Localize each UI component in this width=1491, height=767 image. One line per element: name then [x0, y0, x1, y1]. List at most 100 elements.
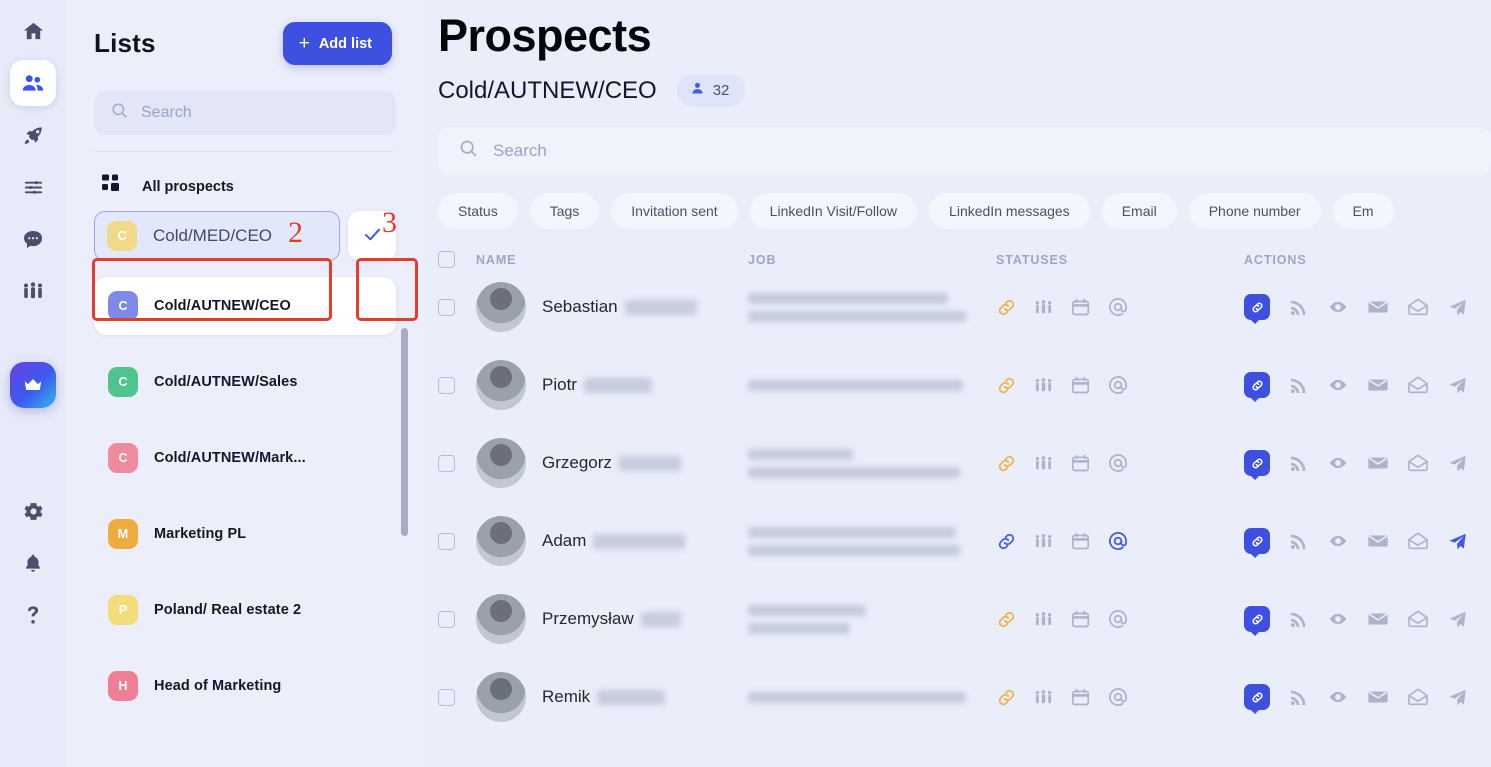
row-checkbox[interactable]: [438, 532, 455, 550]
sidebar-list-item[interactable]: C Cold/AUTNEW/Mark...: [94, 429, 396, 487]
envelope-open-icon[interactable]: [1407, 296, 1429, 318]
envelope-closed-icon[interactable]: [1367, 686, 1389, 708]
rss-icon[interactable]: [1288, 297, 1309, 318]
at-icon[interactable]: [1107, 530, 1129, 552]
eye-icon[interactable]: [1327, 686, 1349, 708]
paper-plane-icon[interactable]: [1447, 609, 1468, 630]
sidebar-list-item[interactable]: C Cold/AUTNEW/Sales: [94, 353, 396, 411]
prospects-search-input[interactable]: Search: [438, 127, 1491, 175]
filter-chip[interactable]: Phone number: [1188, 193, 1321, 229]
lists-scrollbar[interactable]: [401, 328, 408, 536]
calendar-icon[interactable]: [1070, 375, 1091, 396]
group-icon[interactable]: [1033, 375, 1054, 396]
link-bubble-icon[interactable]: [1244, 450, 1270, 480]
eye-icon[interactable]: [1327, 374, 1349, 396]
eye-icon[interactable]: [1327, 452, 1349, 474]
add-list-button[interactable]: + Add list: [282, 22, 392, 65]
envelope-closed-icon[interactable]: [1367, 530, 1389, 552]
table-row[interactable]: Przemysław: [438, 580, 1491, 658]
link-bubble-icon[interactable]: [1244, 294, 1270, 324]
envelope-open-icon[interactable]: [1407, 452, 1429, 474]
filter-chip[interactable]: Tags: [529, 193, 600, 229]
table-row[interactable]: Adam: [438, 502, 1491, 580]
table-row[interactable]: Piotr: [438, 346, 1491, 424]
group-icon[interactable]: [1033, 687, 1054, 708]
filter-chip[interactable]: Status: [438, 193, 518, 229]
calendar-icon[interactable]: [1070, 453, 1091, 474]
rail-item-settings[interactable]: [10, 488, 56, 534]
row-checkbox[interactable]: [438, 376, 455, 394]
at-icon[interactable]: [1107, 608, 1129, 630]
eye-icon[interactable]: [1327, 608, 1349, 630]
eye-icon[interactable]: [1327, 296, 1349, 318]
filter-chip[interactable]: Invitation sent: [611, 193, 738, 229]
rail-item-campaigns[interactable]: [10, 112, 56, 158]
rail-item-filters[interactable]: [10, 164, 56, 210]
group-icon[interactable]: [1033, 531, 1054, 552]
calendar-icon[interactable]: [1070, 609, 1091, 630]
list-name-input[interactable]: [153, 226, 327, 246]
table-row[interactable]: Grzegorz: [438, 424, 1491, 502]
paper-plane-icon[interactable]: [1447, 687, 1468, 708]
filter-chip[interactable]: Em: [1332, 193, 1394, 229]
envelope-open-icon[interactable]: [1407, 374, 1429, 396]
at-icon[interactable]: [1107, 686, 1129, 708]
lists-search-input[interactable]: Search: [94, 91, 396, 135]
table-row[interactable]: Remik: [438, 658, 1491, 736]
rss-icon[interactable]: [1288, 375, 1309, 396]
link-bubble-icon[interactable]: [1244, 372, 1270, 402]
envelope-open-icon[interactable]: [1407, 686, 1429, 708]
filter-chip[interactable]: LinkedIn messages: [929, 193, 1090, 229]
envelope-closed-icon[interactable]: [1367, 296, 1389, 318]
eye-icon[interactable]: [1327, 530, 1349, 552]
link-icon[interactable]: [996, 375, 1017, 396]
rail-item-home[interactable]: [10, 8, 56, 54]
link-bubble-icon[interactable]: [1244, 528, 1270, 558]
paper-plane-icon[interactable]: [1447, 375, 1468, 396]
envelope-closed-icon[interactable]: [1367, 374, 1389, 396]
table-row[interactable]: Sebastian: [438, 268, 1491, 346]
at-icon[interactable]: [1107, 296, 1129, 318]
rail-item-help[interactable]: [10, 592, 56, 638]
row-checkbox[interactable]: [438, 688, 455, 706]
rail-item-upgrade[interactable]: [10, 362, 56, 408]
link-bubble-icon[interactable]: [1244, 684, 1270, 714]
sidebar-list-item[interactable]: H Head of Marketing: [94, 657, 396, 715]
row-checkbox[interactable]: [438, 454, 455, 472]
calendar-icon[interactable]: [1070, 531, 1091, 552]
rss-icon[interactable]: [1288, 453, 1309, 474]
group-icon[interactable]: [1033, 453, 1054, 474]
paper-plane-icon[interactable]: [1447, 453, 1468, 474]
sidebar-item-all-prospects[interactable]: All prospects: [94, 162, 396, 211]
select-all-checkbox[interactable]: [438, 251, 455, 268]
calendar-icon[interactable]: [1070, 297, 1091, 318]
rss-icon[interactable]: [1288, 531, 1309, 552]
row-checkbox[interactable]: [438, 610, 455, 628]
link-icon[interactable]: [996, 531, 1017, 552]
paper-plane-icon[interactable]: [1447, 531, 1468, 552]
link-bubble-icon[interactable]: [1244, 606, 1270, 636]
link-icon[interactable]: [996, 687, 1017, 708]
group-icon[interactable]: [1033, 609, 1054, 630]
edit-list-name-field[interactable]: C: [94, 211, 340, 261]
link-icon[interactable]: [996, 453, 1017, 474]
sidebar-list-item[interactable]: M Marketing PL: [94, 505, 396, 563]
link-icon[interactable]: [996, 297, 1017, 318]
rail-item-notifications[interactable]: [10, 540, 56, 586]
paper-plane-icon[interactable]: [1447, 297, 1468, 318]
calendar-icon[interactable]: [1070, 687, 1091, 708]
rail-item-team[interactable]: [10, 268, 56, 314]
link-icon[interactable]: [996, 609, 1017, 630]
filter-chip[interactable]: LinkedIn Visit/Follow: [749, 193, 918, 229]
filter-chip[interactable]: Email: [1101, 193, 1177, 229]
envelope-closed-icon[interactable]: [1367, 452, 1389, 474]
rail-item-prospects[interactable]: [10, 60, 56, 106]
row-checkbox[interactable]: [438, 298, 455, 316]
rail-item-inbox[interactable]: [10, 216, 56, 262]
rss-icon[interactable]: [1288, 609, 1309, 630]
at-icon[interactable]: [1107, 452, 1129, 474]
sidebar-list-item[interactable]: P Poland/ Real estate 2: [94, 581, 396, 639]
sidebar-list-item[interactable]: C Cold/AUTNEW/CEO: [94, 277, 396, 335]
envelope-closed-icon[interactable]: [1367, 608, 1389, 630]
confirm-list-name-button[interactable]: [348, 211, 396, 261]
